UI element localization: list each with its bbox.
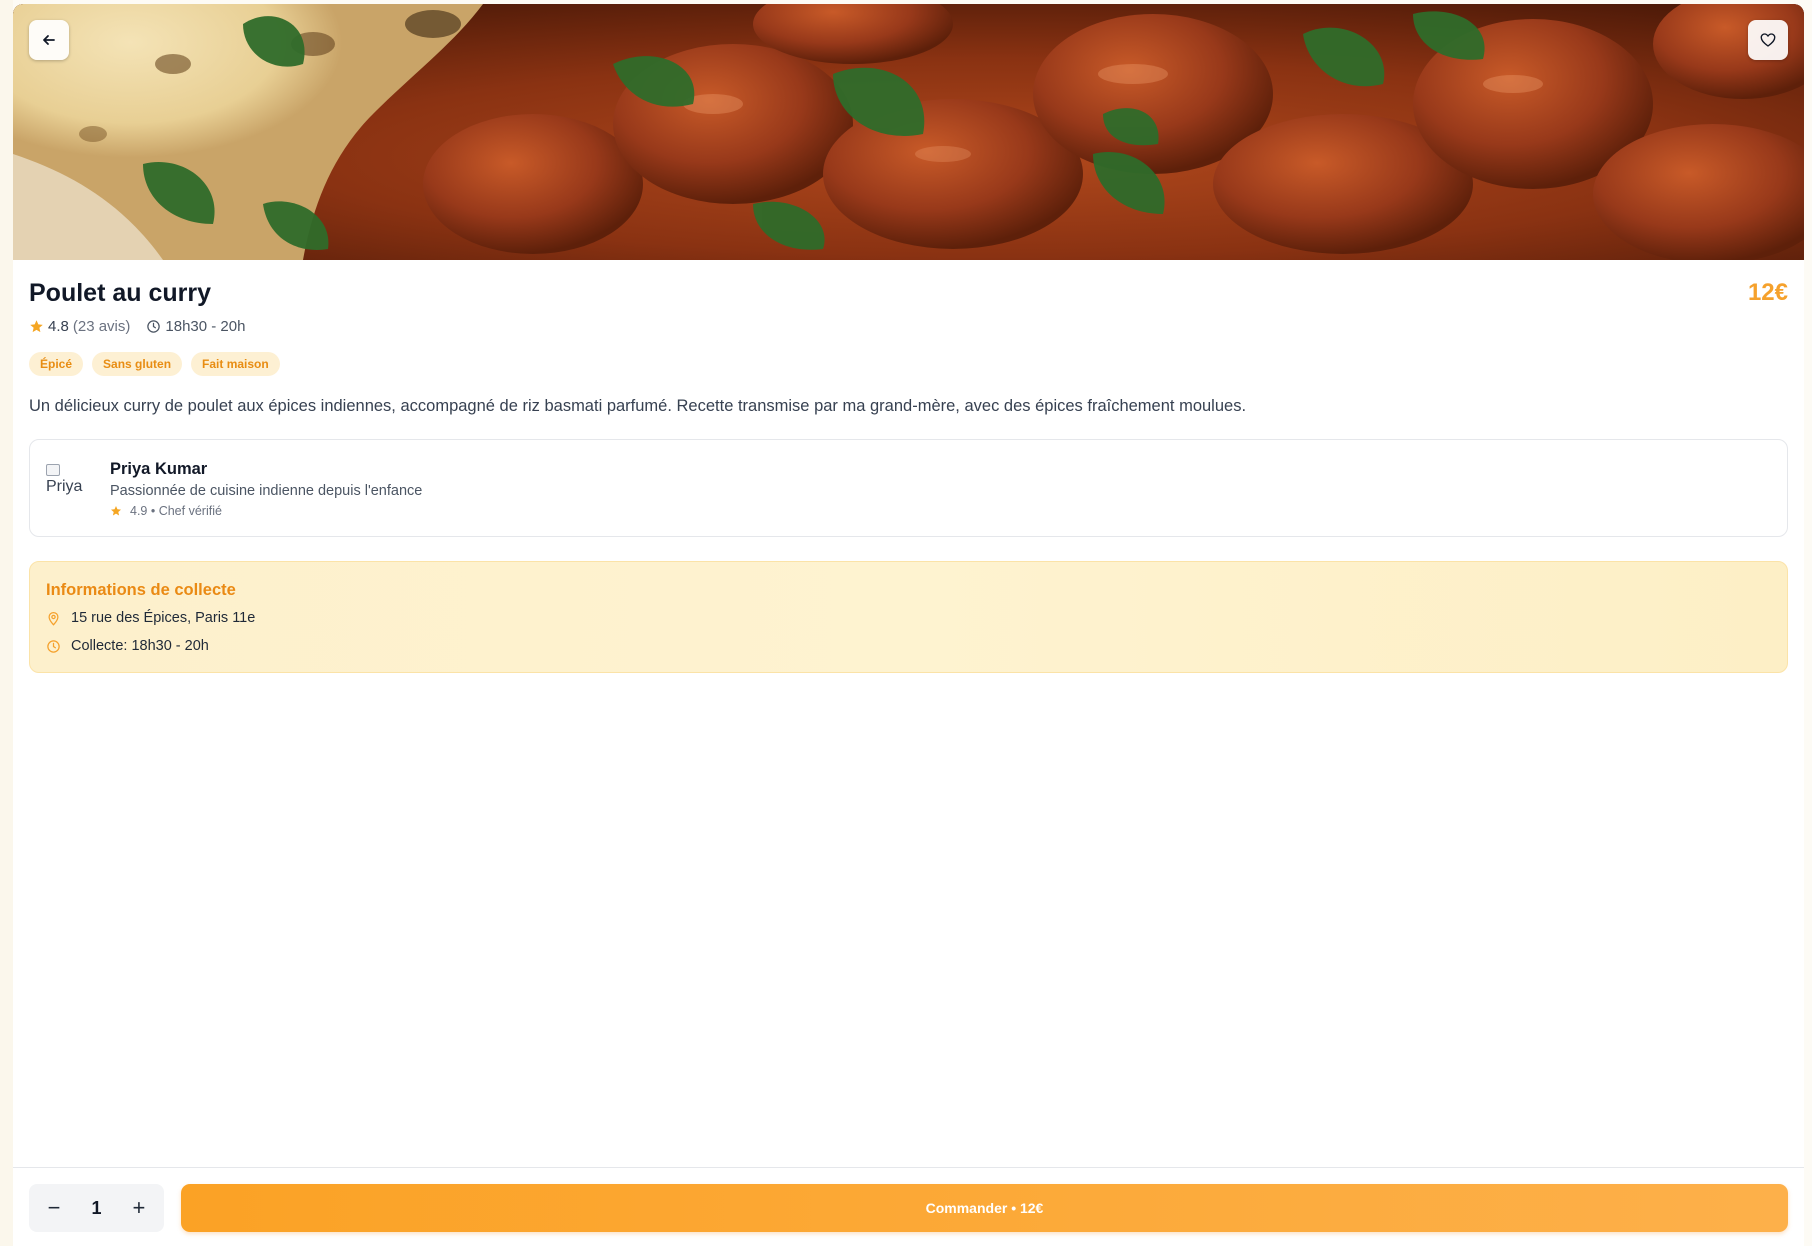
chef-bio: Passionnée de cuisine indienne depuis l'… (110, 482, 423, 499)
dish-price: 12€ (1747, 279, 1788, 306)
map-pin-icon (48, 611, 59, 626)
rating-value: 4.8 (48, 317, 69, 335)
clock-icon (147, 319, 161, 333)
pickup-info-card: Informations de collecte 15 rue des Épic… (29, 561, 1788, 673)
chef-stats: 4.9 • Chef vérifié (110, 504, 422, 518)
title-row: Poulet au curry 12€ (29, 278, 1788, 308)
dish-meta: 4.8 (23 avis) 18h30 - 20h (29, 316, 1788, 336)
chef-avatar: Priya (46, 464, 94, 512)
star-icon (111, 505, 121, 515)
chef-name: Priya Kumar (110, 459, 208, 478)
back-button[interactable] (29, 20, 69, 60)
time-summary: 18h30 - 20h (146, 318, 245, 335)
dish-hero-image (13, 4, 1804, 260)
page-background-strip (0, 0, 13, 1246)
pickup-address: 15 rue des Épices, Paris 11e (71, 610, 256, 626)
order-button[interactable]: Commander • 12€ (181, 1184, 1788, 1232)
clock-icon (47, 639, 60, 653)
star-icon (30, 319, 43, 332)
pickup-title: Informations de collecte (46, 581, 236, 599)
tag-spicy: Épicé (29, 352, 84, 376)
chef-rating-verified: 4.9 • Chef vérifié (130, 503, 222, 518)
tag-gluten-free: Sans gluten (92, 352, 183, 376)
order-bar: − 1 + Commander • 12€ (13, 1167, 1804, 1246)
pickup-time: 18h30 - 20h (165, 317, 246, 335)
pickup-time-row: Collecte: 18h30 - 20h (46, 636, 1771, 656)
chef-info: Priya Kumar Passionnée de cuisine indien… (110, 459, 422, 518)
rating-summary: 4.8 (23 avis) (29, 318, 130, 335)
dish-description: Un délicieux curry de poulet aux épices … (29, 397, 1247, 415)
arrow-left-icon (43, 35, 55, 45)
pickup-address-row: 15 rue des Épices, Paris 11e (46, 608, 1771, 628)
broken-image-icon (46, 464, 60, 476)
increase-quantity-button[interactable]: + (124, 1193, 154, 1223)
tag-homemade: Fait maison (191, 352, 280, 376)
dish-detail-page: Poulet au curry 12€ 4.8 (23 avis) 18h30 … (13, 4, 1804, 1246)
chef-card[interactable]: Priya Priya Kumar Passionnée de cuisine … (29, 439, 1788, 537)
decrease-quantity-button[interactable]: − (39, 1193, 69, 1223)
favorite-button[interactable] (1748, 20, 1788, 60)
pickup-collect-time: Collecte: 18h30 - 20h (71, 638, 209, 654)
heart-icon (1760, 33, 1776, 47)
chicken-curry-photo (13, 4, 1804, 260)
dish-title: Poulet au curry (29, 279, 211, 307)
dish-content: Poulet au curry 12€ 4.8 (23 avis) 18h30 … (29, 260, 1788, 673)
chef-avatar-alt: Priya (46, 478, 83, 495)
quantity-value: 1 (91, 1197, 102, 1218)
dish-tags: Épicé Sans gluten Fait maison (29, 352, 1788, 376)
quantity-stepper: − 1 + (29, 1184, 164, 1232)
review-count: (23 avis) (72, 317, 131, 335)
